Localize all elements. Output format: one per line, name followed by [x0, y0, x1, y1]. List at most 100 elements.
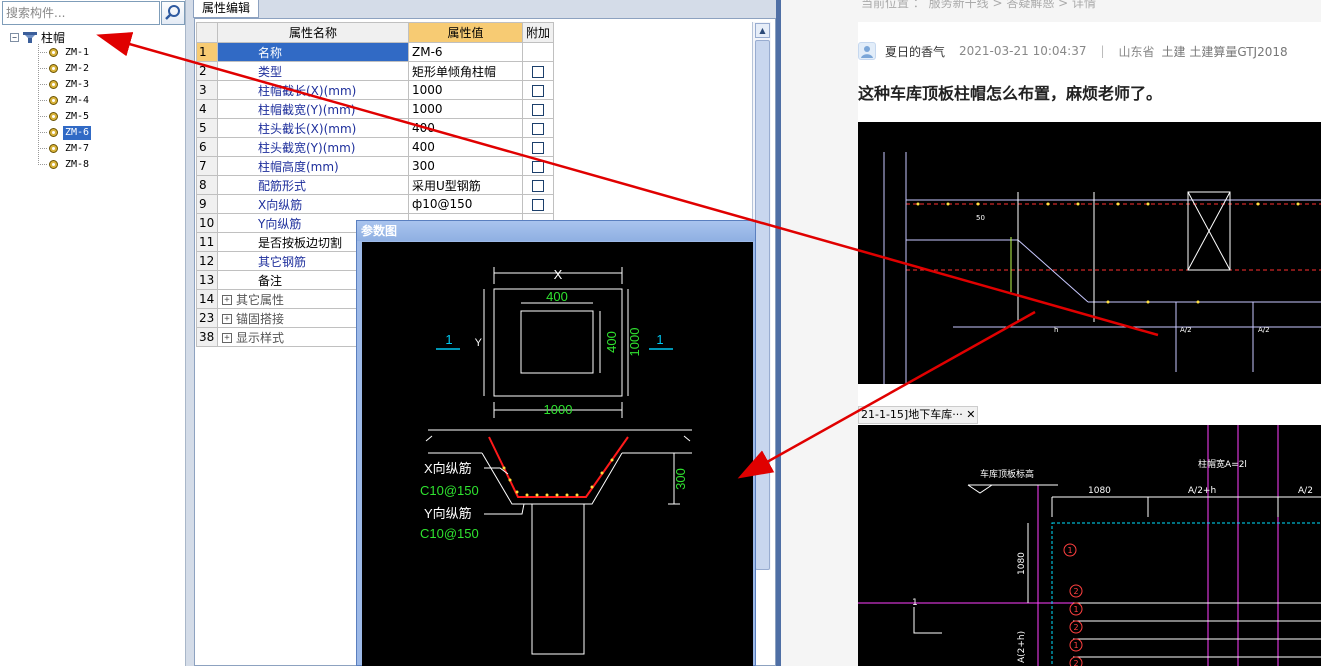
property-row[interactable]: 7 柱帽高度(mm) 300: [196, 156, 555, 176]
expand-icon[interactable]: +: [222, 295, 232, 305]
dim-outer-height: 1000: [627, 328, 642, 357]
property-row[interactable]: 6 柱头截宽(Y)(mm) 400: [196, 137, 555, 157]
rebar-x-spec: C10@150: [420, 483, 479, 498]
tree-root-node[interactable]: − 柱帽: [10, 30, 66, 45]
breadcrumb: 当前位置 ： 服务新干线 > 答疑解惑 > 详情: [861, 0, 1096, 10]
row-number: 8: [196, 175, 218, 195]
window-title[interactable]: 参数图: [357, 221, 755, 241]
row-number: 2: [196, 61, 218, 81]
row-number: 38: [196, 327, 218, 347]
tree-item[interactable]: ZM-5: [48, 109, 91, 124]
property-value[interactable]: 300: [408, 156, 523, 176]
tree-item[interactable]: ZM-6: [48, 125, 92, 140]
tree-guide-branch: [38, 116, 47, 117]
extra-checkbox[interactable]: [532, 122, 544, 135]
property-row[interactable]: 8 配筋形式 采用U型钢筋: [196, 175, 555, 195]
row-number: 3: [196, 80, 218, 100]
property-value[interactable]: 采用U型钢筋: [408, 175, 523, 195]
property-name[interactable]: 柱头截宽(Y)(mm): [217, 137, 409, 157]
qa-web-page: 当前位置 ： 服务新干线 > 答疑解惑 > 详情 夏日的香气 2021-03-2…: [781, 0, 1321, 666]
property-value[interactable]: ZM-6: [408, 42, 523, 62]
row-number: 13: [196, 270, 218, 290]
property-name[interactable]: 柱帽截宽(Y)(mm): [217, 99, 409, 119]
tree-item[interactable]: ZM-2: [48, 61, 91, 76]
dim-cap-height: 300: [673, 468, 688, 490]
cad2-label-top: 车库顶板标高: [980, 468, 1034, 480]
property-row[interactable]: 4 柱帽截宽(Y)(mm) 1000: [196, 99, 555, 119]
extra-checkbox[interactable]: [532, 103, 544, 116]
parameter-figure-window[interactable]: 参数图 X Y 400 400 1000 1000 1 1 300 X向纵筋 C…: [356, 220, 756, 666]
tree-item[interactable]: ZM-7: [48, 141, 91, 156]
property-row[interactable]: 9 X向纵筋 ф10@150: [196, 194, 555, 214]
gear-icon: [49, 144, 58, 153]
property-row[interactable]: 2 类型 矩形单倾角柱帽: [196, 61, 555, 81]
question-image-2[interactable]: 1 2 1 2 1 2 车库顶板标高 1080 A/2+h A/2 柱帽宽A=2…: [858, 425, 1321, 666]
header-property-name: 属性名称: [217, 22, 409, 43]
dim-outer-width: 1000: [544, 402, 573, 417]
property-name[interactable]: 类型: [217, 61, 409, 81]
property-value[interactable]: ф10@150: [408, 194, 523, 214]
row-number: 5: [196, 118, 218, 138]
row-number: 4: [196, 99, 218, 119]
expand-icon[interactable]: +: [222, 314, 232, 324]
row-number: 6: [196, 137, 218, 157]
scroll-up-button[interactable]: ▲: [755, 23, 770, 38]
extra-checkbox[interactable]: [532, 160, 544, 173]
row-number: 23: [196, 308, 218, 328]
property-group-label: 锚固搭接: [236, 311, 285, 326]
cad2-dim-v1: 1080: [1017, 552, 1027, 575]
cad-label-h: h: [1054, 326, 1058, 334]
extra-cell: [521, 137, 555, 157]
property-row[interactable]: 3 柱帽截长(X)(mm) 1000: [196, 80, 555, 100]
property-group-label: 显示样式: [236, 330, 285, 345]
property-name[interactable]: 名称: [217, 42, 409, 62]
collapse-toggle[interactable]: −: [10, 32, 19, 42]
dim-inner-width: 400: [546, 289, 568, 304]
property-value[interactable]: 矩形单倾角柱帽: [408, 61, 523, 81]
header-property-value: 属性值: [408, 22, 523, 43]
extra-checkbox[interactable]: [532, 65, 544, 78]
author-name[interactable]: 夏日的香气: [885, 43, 945, 60]
post-region: 山东省: [1118, 44, 1155, 59]
gear-icon: [49, 64, 58, 73]
tree-item[interactable]: ZM-1: [48, 45, 91, 60]
property-name[interactable]: 柱头截长(X)(mm): [217, 118, 409, 138]
tree-item[interactable]: ZM-3: [48, 77, 91, 92]
rebar-y-spec: C10@150: [420, 526, 479, 541]
cad-label-a2-2: A/2: [1258, 326, 1270, 334]
gear-icon: [49, 128, 58, 137]
property-name[interactable]: 柱帽截长(X)(mm): [217, 80, 409, 100]
extra-checkbox[interactable]: [532, 198, 544, 211]
tree-guide-branch: [38, 68, 47, 69]
property-name[interactable]: 配筋形式: [217, 175, 409, 195]
row-number: 12: [196, 251, 218, 271]
tree-item[interactable]: ZM-8: [48, 157, 91, 172]
property-name[interactable]: 柱帽高度(mm): [217, 156, 409, 176]
avatar[interactable]: [858, 42, 876, 60]
rebar-x-label: X向纵筋: [424, 461, 472, 476]
parameter-figure-canvas: X Y 400 400 1000 1000 1 1 300 X向纵筋 C10@1…: [362, 242, 753, 666]
tree-guide-branch: [38, 52, 47, 53]
property-name[interactable]: X向纵筋: [217, 194, 409, 214]
search-input[interactable]: 搜索构件...: [2, 1, 160, 25]
extra-checkbox[interactable]: [532, 179, 544, 192]
tree-guide-branch: [38, 84, 47, 85]
expand-icon[interactable]: +: [222, 333, 232, 343]
extra-checkbox[interactable]: [532, 84, 544, 97]
tab-property-edit[interactable]: 属性编辑: [193, 0, 259, 18]
image-tab[interactable]: 21-1-15]地下车库··· ✕: [858, 406, 978, 424]
property-row[interactable]: 5 柱头截长(X)(mm) 400: [196, 118, 555, 138]
property-value[interactable]: 400: [408, 118, 523, 138]
extra-cell: [521, 194, 555, 214]
property-row[interactable]: 1 名称 ZM-6: [196, 42, 555, 62]
scroll-thumb[interactable]: [755, 40, 770, 570]
property-value[interactable]: 400: [408, 137, 523, 157]
extra-checkbox[interactable]: [532, 141, 544, 154]
property-value[interactable]: 1000: [408, 99, 523, 119]
tree-item[interactable]: ZM-4: [48, 93, 91, 108]
search-button[interactable]: [161, 1, 185, 25]
tree-root-label: 柱帽: [41, 30, 66, 45]
question-image-1[interactable]: 50 h A/2 A/2: [858, 122, 1321, 384]
cad-drawing-2: 1 2 1 2 1 2 车库顶板标高 1080 A/2+h A/2 柱帽宽A=2…: [858, 425, 1321, 666]
property-value[interactable]: 1000: [408, 80, 523, 100]
